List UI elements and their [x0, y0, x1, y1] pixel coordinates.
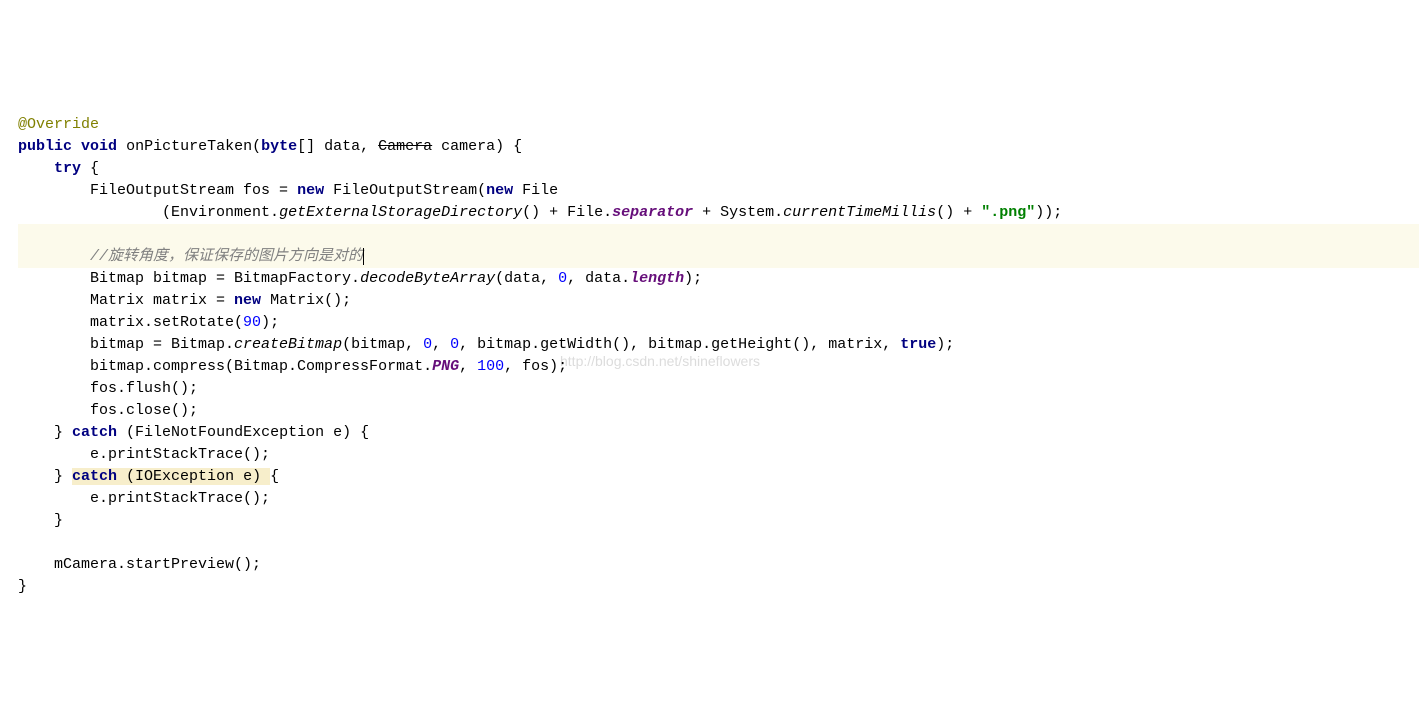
code-text: ));: [1035, 204, 1062, 221]
static-method: decodeByteArray: [360, 270, 495, 287]
kw-try: try: [54, 160, 81, 177]
code-text: ,: [432, 336, 450, 353]
code-text: fos.flush();: [90, 380, 198, 397]
field-separator: separator: [612, 204, 693, 221]
code-text: (bitmap,: [342, 336, 423, 353]
brace: }: [18, 578, 27, 595]
kw-byte: byte: [261, 138, 297, 155]
code-text: ,: [459, 358, 477, 375]
watermark: http://blog.csdn.net/shineflowers: [560, 350, 760, 372]
code-text: FileOutputStream fos =: [90, 182, 297, 199]
code-text: File: [513, 182, 558, 199]
code-text: (IOException e): [117, 468, 270, 485]
code-text: (data,: [495, 270, 558, 287]
code-text: );: [261, 314, 279, 331]
param-camera: camera) {: [432, 138, 522, 155]
code-text: Matrix matrix =: [90, 292, 234, 309]
code-text: , bitmap.getWidth(), bitmap.getHeight(),…: [459, 336, 900, 353]
code-text: );: [936, 336, 954, 353]
number-literal: 0: [450, 336, 459, 353]
static-method: createBitmap: [234, 336, 342, 353]
number-literal: 0: [423, 336, 432, 353]
code-block: http://blog.csdn.net/shineflowers @Overri…: [0, 88, 1419, 602]
code-text: mCamera.startPreview();: [54, 556, 261, 573]
comment-rotate: //旋转角度，保证保存的图片方向是对的: [90, 248, 363, 265]
code-text: , data.: [567, 270, 630, 287]
brace: {: [81, 160, 99, 177]
number-literal: 0: [558, 270, 567, 287]
annotation-override: @Override: [18, 116, 99, 133]
code-text: bitmap = Bitmap.: [90, 336, 234, 353]
kw-void: void: [81, 138, 117, 155]
kw-new: new: [297, 182, 324, 199]
brace: }: [54, 512, 63, 529]
kw-catch: catch: [72, 424, 117, 441]
code-text: }: [54, 424, 72, 441]
code-text: }: [54, 468, 72, 485]
highlighted-line: //旋转角度，保证保存的图片方向是对的: [18, 224, 1419, 268]
code-text: {: [270, 468, 279, 485]
code-text: () +: [936, 204, 981, 221]
kw-new: new: [234, 292, 261, 309]
code-text: () + File.: [522, 204, 612, 221]
code-text: Matrix();: [261, 292, 351, 309]
kw-public: public: [18, 138, 72, 155]
code-text: Bitmap bitmap = BitmapFactory.: [90, 270, 360, 287]
code-text: FileOutputStream(: [324, 182, 486, 199]
param-data: [] data,: [297, 138, 378, 155]
string-literal: ".png": [981, 204, 1035, 221]
code-text: e.printStackTrace();: [90, 446, 270, 463]
code-text: );: [684, 270, 702, 287]
kw-catch: catch: [72, 468, 117, 485]
code-text: + System.: [693, 204, 783, 221]
type-camera: Camera: [378, 138, 432, 155]
highlighted-span: catch (IOException e): [72, 468, 270, 485]
kw-true: true: [900, 336, 936, 353]
static-method: getExternalStorageDirectory: [279, 204, 522, 221]
kw-new: new: [486, 182, 513, 199]
code-text: matrix.setRotate(: [90, 314, 243, 331]
code-text: , fos);: [504, 358, 567, 375]
code-text: bitmap.compress(Bitmap.CompressFormat.: [90, 358, 432, 375]
text-caret: [363, 248, 364, 265]
method-name: onPictureTaken: [126, 138, 252, 155]
code-text: (Environment.: [162, 204, 279, 221]
code-text: fos.close();: [90, 402, 198, 419]
code-text: e.printStackTrace();: [90, 490, 270, 507]
number-literal: 90: [243, 314, 261, 331]
code-text: (FileNotFoundException e) {: [117, 424, 369, 441]
number-literal: 100: [477, 358, 504, 375]
field-length: length: [630, 270, 684, 287]
static-method: currentTimeMillis: [783, 204, 936, 221]
field-png: PNG: [432, 358, 459, 375]
